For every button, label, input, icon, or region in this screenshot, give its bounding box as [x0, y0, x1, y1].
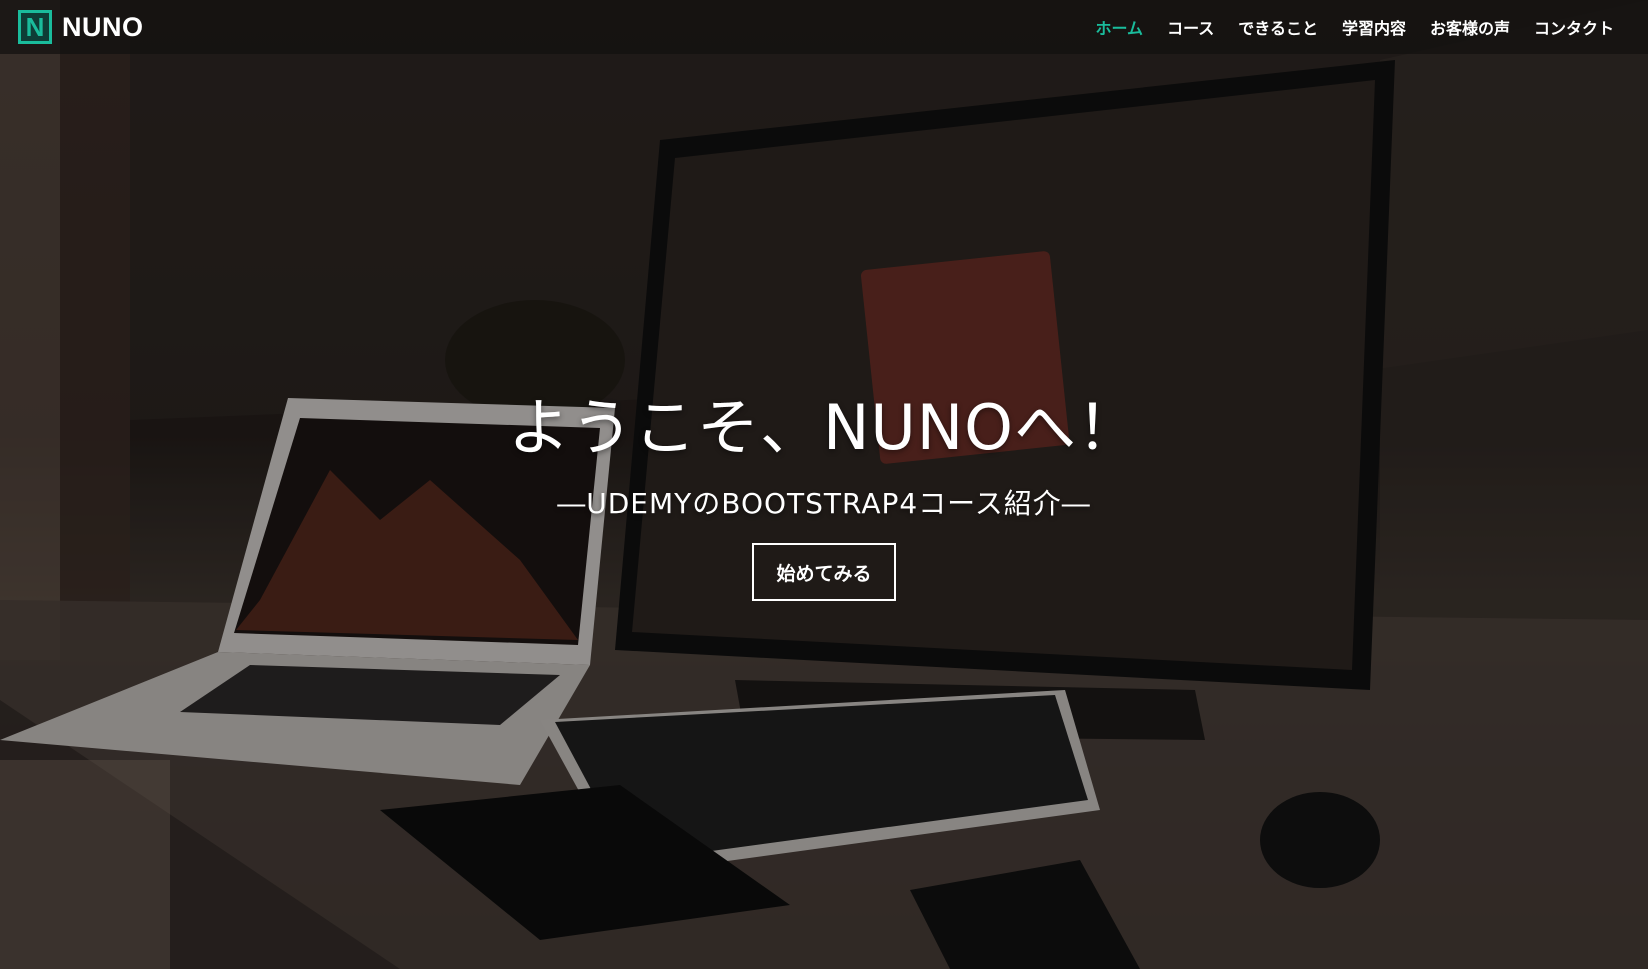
nav-item-testimonials[interactable]: お客様の声	[1418, 15, 1522, 39]
landing-page: N NUNO ホーム コース できること 学習内容 お客様の声 コンタクト よう…	[0, 0, 1648, 969]
hero-title: ようこそ、NUNOへ！	[508, 391, 1140, 464]
nav-item-course[interactable]: コース	[1155, 15, 1226, 39]
nav-item-home[interactable]: ホーム	[1084, 15, 1156, 39]
nav-item-contact[interactable]: コンタクト	[1522, 15, 1626, 39]
brand-link[interactable]: N NUNO	[18, 10, 144, 44]
nav-item-features[interactable]: できること	[1226, 15, 1330, 39]
hero-section: ようこそ、NUNOへ！ ―UDEMYのBOOTSTRAP4コース紹介― 始めてみ…	[0, 0, 1648, 969]
nav-item-curriculum[interactable]: 学習内容	[1330, 15, 1418, 39]
brand-logo-icon: N	[18, 10, 52, 44]
brand-name: NUNO	[62, 11, 144, 42]
top-navbar: N NUNO ホーム コース できること 学習内容 お客様の声 コンタクト	[0, 0, 1648, 54]
get-started-button[interactable]: 始めてみる	[752, 543, 896, 601]
hero-subtitle: ―UDEMYのBOOTSTRAP4コース紹介―	[557, 487, 1091, 520]
nav-menu: ホーム コース できること 学習内容 お客様の声 コンタクト	[1084, 0, 1626, 54]
